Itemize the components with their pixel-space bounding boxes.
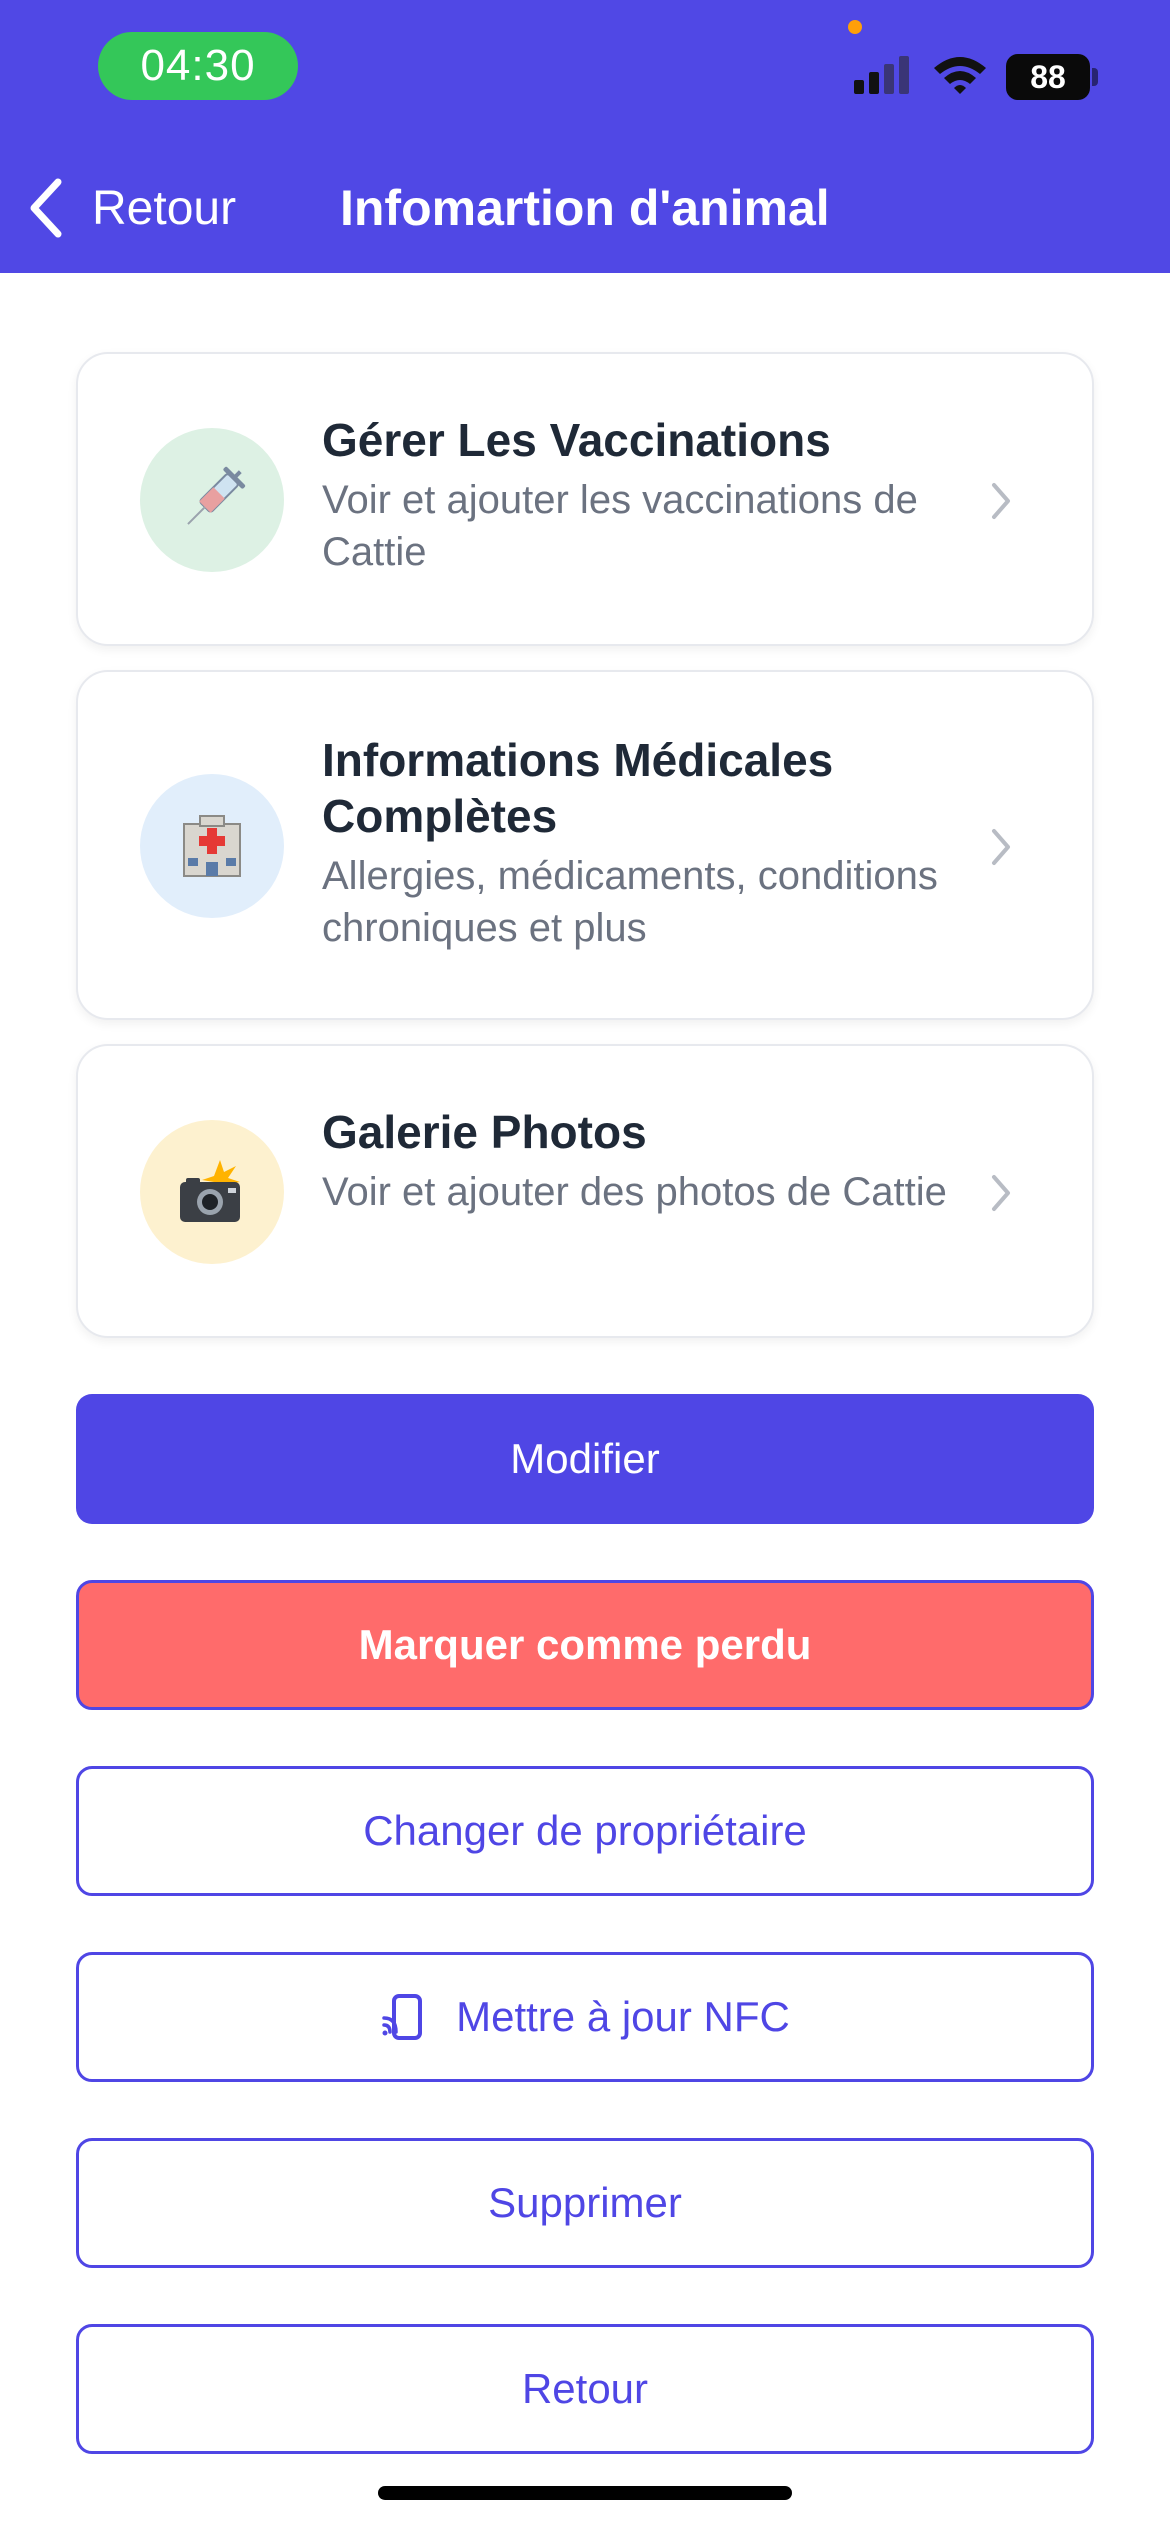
syringe-icon: [140, 428, 284, 572]
hospital-icon: [140, 774, 284, 918]
card-photo-gallery[interactable]: Galerie Photos Voir et ajouter des photo…: [76, 1044, 1094, 1338]
nav-back-button[interactable]: Retour: [24, 168, 236, 248]
home-indicator[interactable]: [378, 2486, 792, 2500]
privacy-indicator-dot: [848, 20, 862, 34]
card-description: Voir et ajouter les vaccinations de Catt…: [322, 478, 918, 574]
card-description: Voir et ajouter des photos de Cattie: [322, 1170, 947, 1214]
card-title: Informations Médicales Complètes: [322, 734, 834, 842]
delete-button[interactable]: Supprimer: [76, 2138, 1094, 2268]
chevron-left-icon: [30, 178, 62, 238]
header: 04:30 88 Retour Infomartion d'animal: [0, 0, 1170, 273]
update-nfc-label: Mettre à jour NFC: [456, 1993, 790, 2040]
chevron-right-icon: [992, 1175, 1010, 1211]
page-title: Infomartion d'animal: [340, 180, 830, 236]
back-button[interactable]: Retour: [76, 2324, 1094, 2454]
card-description: Allergies, médicaments, conditions chron…: [322, 854, 938, 950]
camera-flash-icon: [140, 1120, 284, 1264]
pet-info-screen: 04:30 88 Retour Infomartion d'animal Gér…: [0, 0, 1170, 2532]
battery-icon: 88: [1006, 54, 1090, 100]
nav-back-label: Retour: [92, 181, 237, 235]
signal-icon: [854, 56, 909, 94]
mark-lost-button[interactable]: Marquer comme perdu: [76, 1580, 1094, 1710]
chevron-right-icon: [992, 829, 1010, 865]
card-title: Gérer Les Vaccinations: [322, 414, 831, 466]
edit-button[interactable]: Modifier: [76, 1394, 1094, 1524]
chevron-right-icon: [992, 483, 1010, 519]
status-time: 04:30: [98, 32, 298, 100]
card-medical-info[interactable]: Informations Médicales Complètes Allergi…: [76, 670, 1094, 1020]
change-owner-button[interactable]: Changer de propriétaire: [76, 1766, 1094, 1896]
card-vaccinations[interactable]: Gérer Les Vaccinations Voir et ajouter l…: [76, 352, 1094, 646]
nfc-icon: [382, 1994, 423, 2040]
battery-cap: [1092, 68, 1098, 86]
wifi-icon: [934, 57, 986, 94]
card-title: Galerie Photos: [322, 1106, 647, 1158]
update-nfc-button[interactable]: Mettre à jour NFC: [76, 1952, 1094, 2082]
